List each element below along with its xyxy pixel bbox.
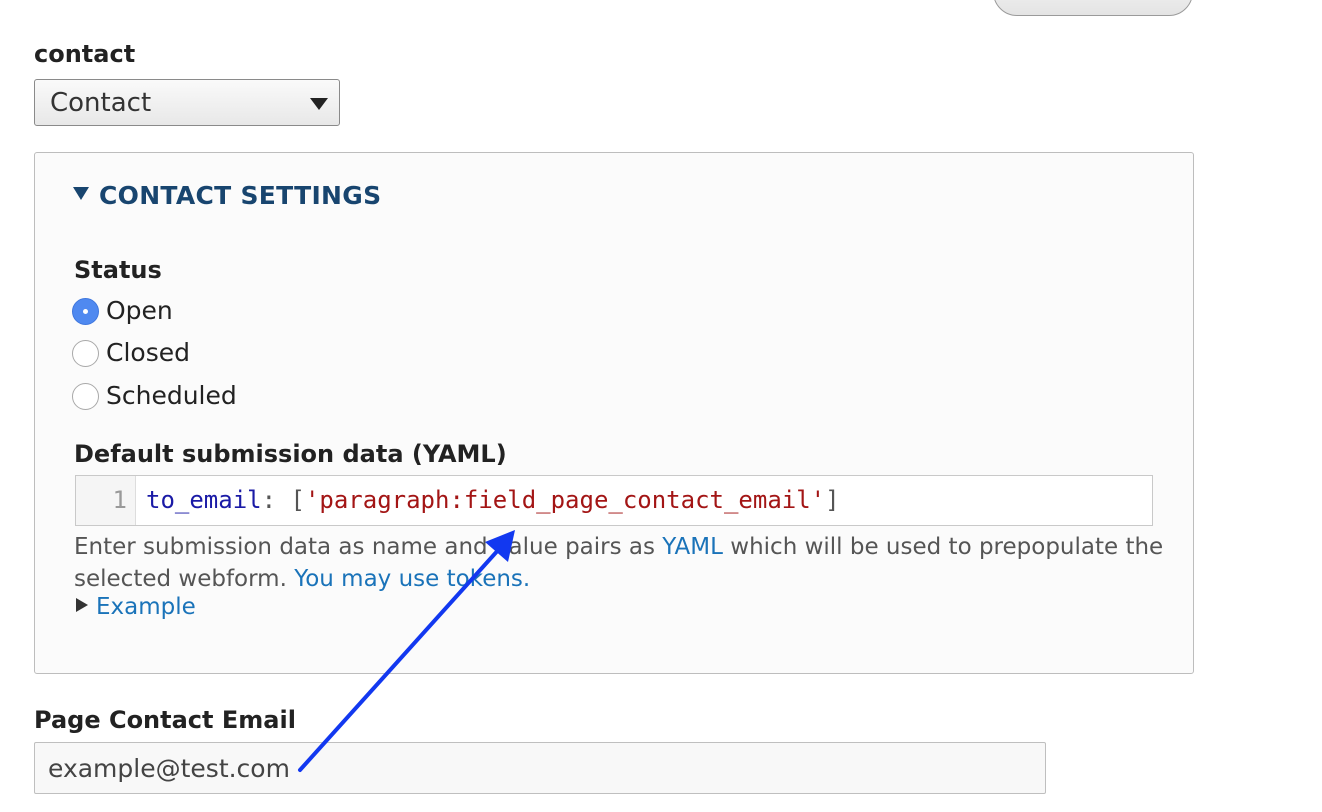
radio-open-label: Open <box>106 296 173 325</box>
caret-right-icon <box>76 598 88 612</box>
page-contact-email-label: Page Contact Email <box>34 706 296 734</box>
radio-closed-label: Closed <box>106 338 190 367</box>
status-label: Status <box>74 256 162 284</box>
radio-scheduled[interactable] <box>72 383 99 410</box>
top-action-button[interactable] <box>993 0 1193 16</box>
contact-select-value: Contact <box>50 88 152 118</box>
code-line: to_email: ['paragraph:field_page_contact… <box>146 486 840 514</box>
line-number: 1 <box>76 476 136 525</box>
chevron-down-icon <box>310 98 328 110</box>
contact-settings-toggle[interactable]: CONTACT SETTINGS <box>73 181 381 210</box>
default-data-label: Default submission data (YAML) <box>74 440 507 468</box>
page-contact-email-input[interactable]: example@test.com <box>34 742 1046 794</box>
contact-settings-title: CONTACT SETTINGS <box>99 181 382 210</box>
yaml-link[interactable]: YAML <box>662 534 723 560</box>
description-text-1: Enter submission data as name and value … <box>74 534 663 560</box>
contact-field-label: contact <box>34 40 136 68</box>
radio-open[interactable] <box>72 298 99 325</box>
example-label: Example <box>96 594 196 620</box>
caret-down-icon <box>73 187 89 200</box>
radio-scheduled-label: Scheduled <box>106 381 237 410</box>
page-contact-email-value: example@test.com <box>48 754 290 783</box>
default-data-description: Enter submission data as name and value … <box>74 531 1164 595</box>
yaml-code-editor[interactable]: 1 to_email: ['paragraph:field_page_conta… <box>75 475 1153 526</box>
code-value: 'paragraph:field_page_contact_email' <box>304 486 826 514</box>
example-toggle[interactable]: Example <box>76 594 196 620</box>
code-open-bracket: [ <box>290 486 305 514</box>
radio-closed[interactable] <box>72 340 99 367</box>
code-close-bracket: ] <box>825 486 840 514</box>
tokens-link[interactable]: You may use tokens. <box>294 566 530 592</box>
contact-select[interactable]: Contact <box>34 79 340 126</box>
code-colon: : <box>261 486 277 514</box>
code-key: to_email <box>146 486 262 514</box>
contact-settings-fieldset: CONTACT SETTINGS Status Open Closed Sche… <box>34 152 1194 674</box>
